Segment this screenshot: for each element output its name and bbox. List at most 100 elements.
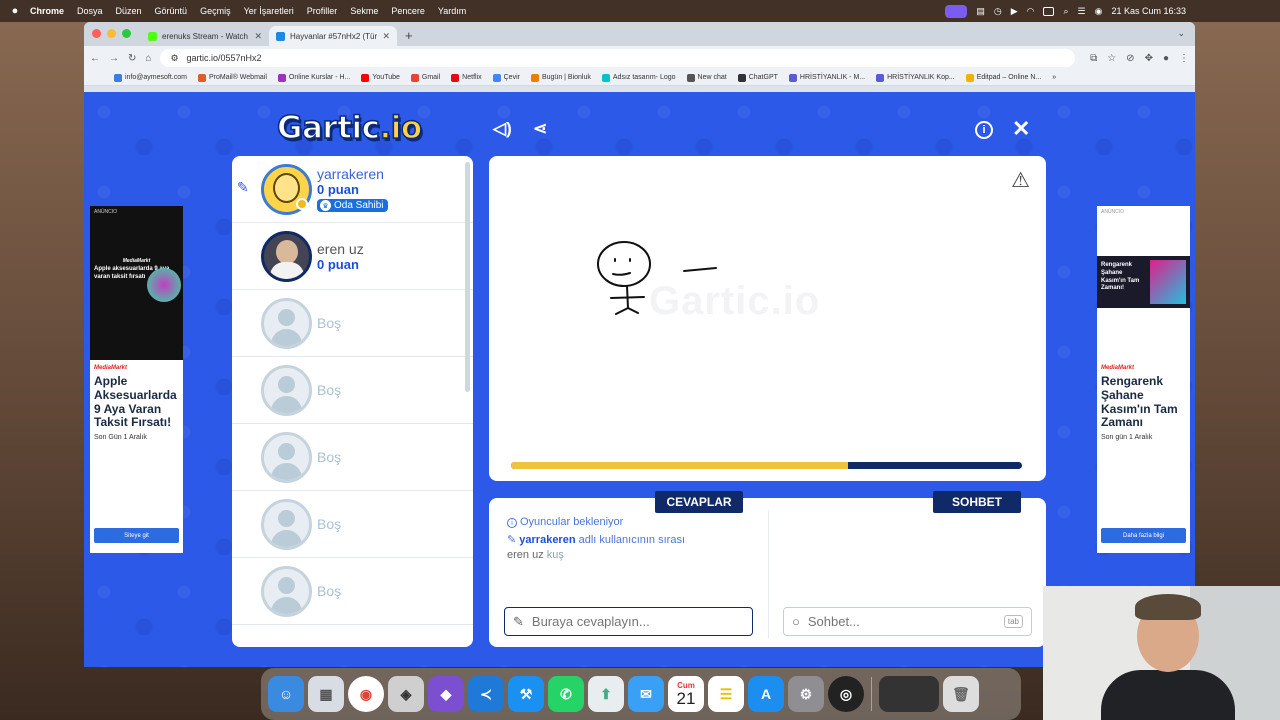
zoom-window-button[interactable] [122,29,131,38]
address-bar[interactable]: ⚙ gartic.io/0557nHx2 [160,49,1076,67]
players-scrollbar[interactable] [465,162,470,392]
gartic-logo[interactable]: Gartic.io [276,109,423,147]
bookmark-item[interactable]: HRİSTİYANLIK - M... [788,73,865,82]
tab-search-icon[interactable]: ⌄ [1177,28,1185,39]
bookmarks-bar: info@aymesoft.com ProMail® Webmail Onlin… [84,70,1195,86]
answer-field[interactable]: ✎ [504,607,753,636]
macos-menu-bar: ● Chrome Dosya Düzen Görüntü Geçmiş Yer … [0,0,1280,22]
mail-icon[interactable]: ✉ [628,676,664,712]
info-icon[interactable]: i [975,121,993,139]
player-row[interactable]: ✎ yarrakeren 0 puan ♛ Oda Sahibi [232,156,473,223]
ad-right[interactable]: ANÚNCIO Rengarenk Şahane Kasım'ın Tam Za… [1097,206,1190,553]
bookmark-item[interactable]: ProMail® Webmail [197,73,267,82]
profile-avatar[interactable]: ● [1163,53,1169,64]
trash-icon[interactable]: 🗑 [943,676,979,712]
whatsapp-icon[interactable]: ✆ [548,676,584,712]
drawing-canvas[interactable]: Gartic.io ⚠ [489,156,1046,481]
bookmark-item[interactable]: info@aymesoft.com [114,73,187,82]
minimize-window-button[interactable] [107,29,116,38]
bookmark-item[interactable]: Adsız tasarım- Logo [601,73,676,82]
siri-icon[interactable]: ◉ [1095,6,1103,17]
menu-duzen[interactable]: Düzen [116,6,142,16]
notes-icon[interactable]: ☰ [708,676,744,712]
bookmark-item[interactable]: Netflix [451,73,482,82]
menu-sekme[interactable]: Sekme [350,6,378,16]
launchpad-icon[interactable]: ▦ [308,676,344,712]
battery-icon[interactable] [1043,6,1055,16]
tab-close-icon[interactable]: ✕ [254,31,262,42]
menu-yardim[interactable]: Yardım [438,6,466,16]
maps-icon[interactable]: ⬆ [588,676,624,712]
bookmark-item[interactable]: Editpad – Online N... [965,73,1041,82]
answer-input[interactable] [531,614,744,629]
menu-goruntu[interactable]: Görüntü [155,6,188,16]
control-center-icon[interactable]: ☰ [1078,6,1086,17]
bookmark-star-icon[interactable]: ☆ [1107,53,1116,64]
chrome-icon[interactable]: ◉ [348,676,384,712]
gmail-icon [410,73,419,82]
vscode-icon[interactable]: ≺ [468,676,504,712]
home-icon[interactable]: ⌂ [145,53,151,64]
empty-avatar-icon [261,565,312,617]
calendar-icon[interactable]: Cum 21 [668,676,704,712]
share-icon[interactable]: ⋖ [533,119,547,139]
extension-icon[interactable]: ⊘ [1126,53,1134,64]
bookmark-item[interactable]: Çevir [492,73,520,82]
new-tab-icon[interactable]: + [405,28,413,43]
menu-chrome[interactable]: Chrome [30,6,64,16]
chat-field[interactable]: ○ tab [783,607,1032,636]
search-icon[interactable]: ⌕ [1063,6,1068,17]
tab-answers[interactable]: CEVAPLAR [655,491,743,513]
visual-studio-icon[interactable]: ◆ [428,676,464,712]
bookmark-item[interactable]: YouTube [361,73,400,82]
close-window-button[interactable] [92,29,101,38]
bookmark-item[interactable]: Gmail [410,73,440,82]
ad-left[interactable]: ANÚNCIO MediaMarkt Apple aksesuarlarda 9… [90,206,183,553]
tab-close-icon[interactable]: ✕ [382,31,390,42]
sound-icon[interactable]: ◁) [493,119,512,139]
tab-chat[interactable]: SOHBET [933,491,1021,513]
screen-record-icon[interactable] [945,4,968,18]
play-icon[interactable]: ▶ [1011,6,1018,17]
editpad-icon [965,73,974,82]
bookmark-item[interactable]: New chat [686,73,727,82]
reload-icon[interactable]: ↻ [128,53,136,64]
menu-profiller[interactable]: Profiller [307,6,338,16]
bookmark-item[interactable]: Online Kurslar - H... [277,73,350,82]
ad-cta-button[interactable]: Daha fazla bilgi [1101,528,1186,543]
empty-slot: Boş [232,357,473,424]
wifi-icon[interactable]: ◠ [1027,6,1035,17]
vpn-app-icon[interactable]: ◈ [388,676,424,712]
menu-pencere[interactable]: Pencere [391,6,425,16]
system-settings-icon[interactable]: ⚙ [788,676,824,712]
bookmark-item[interactable]: HRİSTİYANLIK Kop... [876,73,955,82]
menu-gecmis[interactable]: Geçmiş [200,6,231,16]
menu-dots-icon[interactable]: ⋮ [1179,53,1189,64]
site-info-icon[interactable]: ⚙ [170,53,178,64]
clipboard-icon[interactable]: ▤ [976,6,985,17]
timer-icon[interactable]: ◷ [994,6,1002,17]
menu-yer-isaretleri[interactable]: Yer İşaretleri [244,6,294,16]
extensions-puzzle-icon[interactable]: ✥ [1145,53,1153,64]
apple-icon[interactable]: ● [0,5,30,17]
more-bookmarks-icon[interactable]: » [1052,74,1056,81]
finder-icon[interactable]: ☺ [268,676,304,712]
bookmark-item[interactable]: ChatGPT [737,73,778,82]
clock[interactable]: 21 Kas Cum 16:33 [1111,6,1186,16]
tab-kick-stream[interactable]: erenuks Stream - Watch Live ✕ [141,26,269,46]
xcode-icon[interactable]: ⚒ [508,676,544,712]
player-row[interactable]: eren uz 0 puan [232,223,473,290]
install-app-icon[interactable]: ⧉ [1090,53,1097,64]
tab-gartic[interactable]: Hayvanlar #57nHx2 (Türkçe) ✕ [269,26,397,46]
menu-dosya[interactable]: Dosya [77,6,103,16]
forward-icon[interactable]: → [109,53,119,64]
ad-headline: Rengarenk Şahane Kasım'ın Tam Zamanı [1101,374,1178,430]
close-icon[interactable]: ✕ [1012,116,1030,142]
chat-input[interactable] [807,614,996,629]
obs-icon[interactable]: ◎ [828,676,864,712]
recent-window-thumbnail[interactable] [879,676,939,712]
back-icon[interactable]: ← [90,53,100,64]
ad-cta-button[interactable]: Siteye git [94,528,179,543]
app-store-icon[interactable]: A [748,676,784,712]
bookmark-item[interactable]: Bugün | Bionluk [530,73,591,82]
